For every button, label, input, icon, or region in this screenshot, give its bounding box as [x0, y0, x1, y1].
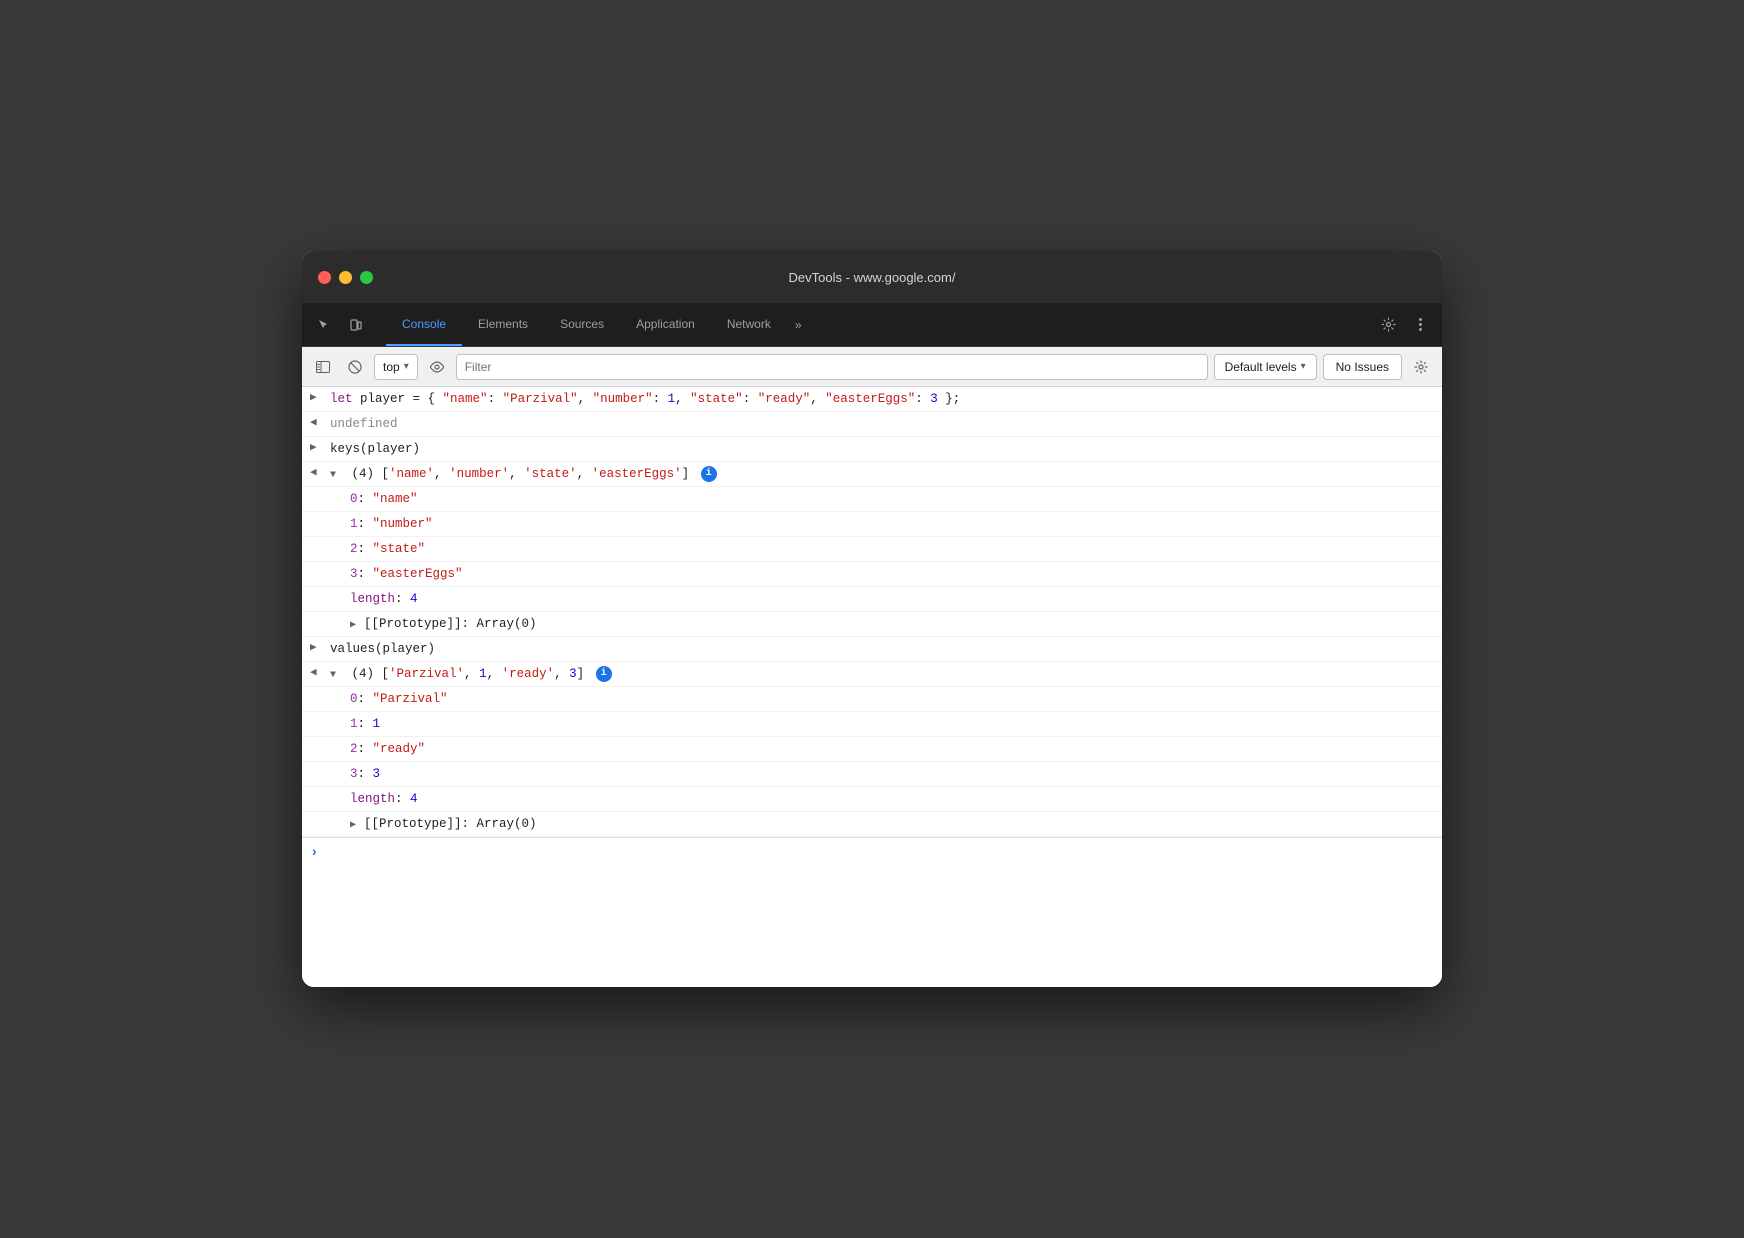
inspect-element-button[interactable]: [310, 311, 338, 339]
context-label: top: [383, 360, 400, 374]
console-line-array-item: 1: 1: [302, 712, 1442, 737]
line-content: 2: "ready": [350, 739, 1434, 759]
expand-icon[interactable]: ▶: [350, 618, 364, 634]
expand-icon[interactable]: ▶: [350, 818, 364, 834]
filter-input[interactable]: [456, 354, 1208, 380]
console-line-input-3: ▶ values(player): [302, 637, 1442, 662]
console-input-field[interactable]: [324, 846, 1434, 860]
line-content: 3: 3: [350, 764, 1434, 784]
console-line-array-item: 2: "ready": [302, 737, 1442, 762]
console-output: ▶ let player = { "name": "Parzival", "nu…: [302, 387, 1442, 987]
title-bar: DevTools - www.google.com/: [302, 251, 1442, 303]
input-prompt: ›: [310, 842, 318, 864]
line-content: ▶[[Prototype]]: Array(0): [350, 614, 1434, 634]
console-line-array-item: length: 4: [302, 587, 1442, 612]
context-arrow-icon: ▾: [404, 361, 409, 372]
output-arrow: ◀: [310, 664, 330, 683]
issues-button[interactable]: No Issues: [1323, 354, 1402, 380]
input-arrow: ▶: [310, 389, 330, 408]
tab-console[interactable]: Console: [386, 303, 462, 346]
more-tabs-button[interactable]: »: [787, 303, 810, 346]
line-content: 2: "state": [350, 539, 1434, 559]
info-badge[interactable]: i: [701, 466, 717, 482]
issues-label: No Issues: [1336, 360, 1389, 374]
info-badge[interactable]: i: [596, 666, 612, 682]
console-line-array-item: 0: "Parzival": [302, 687, 1442, 712]
tab-sources[interactable]: Sources: [544, 303, 620, 346]
line-content: 1: 1: [350, 714, 1434, 734]
line-content: values(player): [330, 639, 1434, 659]
tab-network[interactable]: Network: [711, 303, 787, 346]
console-toolbar: top ▾ Default levels ▾ No Issues: [302, 347, 1442, 387]
tab-bar-left-tools: [310, 303, 378, 346]
more-options-button[interactable]: [1406, 311, 1434, 339]
console-line-input-1: ▶ let player = { "name": "Parzival", "nu…: [302, 387, 1442, 412]
tab-elements[interactable]: Elements: [462, 303, 544, 346]
clear-console-button[interactable]: [342, 354, 368, 380]
console-line-output-2-header: ◀ ▼ (4) ['name', 'number', 'state', 'eas…: [302, 462, 1442, 487]
console-line-array-item: 0: "name": [302, 487, 1442, 512]
line-content: ▶[[Prototype]]: Array(0): [350, 814, 1434, 834]
console-line-array-item: length: 4: [302, 787, 1442, 812]
devtools-window: DevTools - www.google.com/ Console Eleme: [302, 251, 1442, 987]
line-content: length: 4: [350, 589, 1434, 609]
line-content: ▼ (4) ['name', 'number', 'state', 'easte…: [330, 464, 1434, 484]
console-line-input-2: ▶ keys(player): [302, 437, 1442, 462]
show-sidebar-button[interactable]: [310, 354, 336, 380]
output-arrow: ◀: [310, 464, 330, 483]
device-toolbar-button[interactable]: [342, 311, 370, 339]
input-arrow: ▶: [310, 639, 330, 658]
log-levels-button[interactable]: Default levels ▾: [1214, 354, 1317, 380]
tab-bar-right-tools: [1374, 303, 1434, 346]
line-content: keys(player): [330, 439, 1434, 459]
tabs: Console Elements Sources Application Net…: [386, 303, 1374, 346]
settings-button[interactable]: [1374, 311, 1402, 339]
line-content: undefined: [330, 414, 1434, 434]
console-settings-button[interactable]: [1408, 354, 1434, 380]
line-content: 1: "number": [350, 514, 1434, 534]
expand-icon[interactable]: ▼: [330, 668, 344, 684]
tab-bar: Console Elements Sources Application Net…: [302, 303, 1442, 347]
levels-label: Default levels: [1225, 360, 1297, 374]
input-arrow: ▶: [310, 439, 330, 458]
expand-icon[interactable]: ▼: [330, 468, 344, 484]
levels-arrow-icon: ▾: [1301, 361, 1306, 372]
console-line-output-3-header: ◀ ▼ (4) ['Parzival', 1, 'ready', 3] i: [302, 662, 1442, 687]
console-line-array-item: 1: "number": [302, 512, 1442, 537]
context-selector[interactable]: top ▾: [374, 354, 418, 380]
line-content: ▼ (4) ['Parzival', 1, 'ready', 3] i: [330, 664, 1434, 684]
console-line-array-item: 3: "easterEggs": [302, 562, 1442, 587]
console-line-array-item: 3: 3: [302, 762, 1442, 787]
live-expressions-button[interactable]: [424, 354, 450, 380]
traffic-lights: [318, 271, 373, 284]
window-title: DevTools - www.google.com/: [789, 270, 956, 285]
output-arrow: ◀: [310, 414, 330, 433]
console-input-line[interactable]: ›: [302, 837, 1442, 868]
tab-application[interactable]: Application: [620, 303, 711, 346]
line-content: 0: "name": [350, 489, 1434, 509]
line-content: length: 4: [350, 789, 1434, 809]
console-line-prototype: ▶[[Prototype]]: Array(0): [302, 612, 1442, 637]
close-button[interactable]: [318, 271, 331, 284]
minimize-button[interactable]: [339, 271, 352, 284]
line-content: 3: "easterEggs": [350, 564, 1434, 584]
console-line-array-item: 2: "state": [302, 537, 1442, 562]
console-line-prototype: ▶[[Prototype]]: Array(0): [302, 812, 1442, 837]
maximize-button[interactable]: [360, 271, 373, 284]
line-content: 0: "Parzival": [350, 689, 1434, 709]
line-content: let player = { "name": "Parzival", "numb…: [330, 389, 1434, 409]
console-line-output-1: ◀ undefined: [302, 412, 1442, 437]
